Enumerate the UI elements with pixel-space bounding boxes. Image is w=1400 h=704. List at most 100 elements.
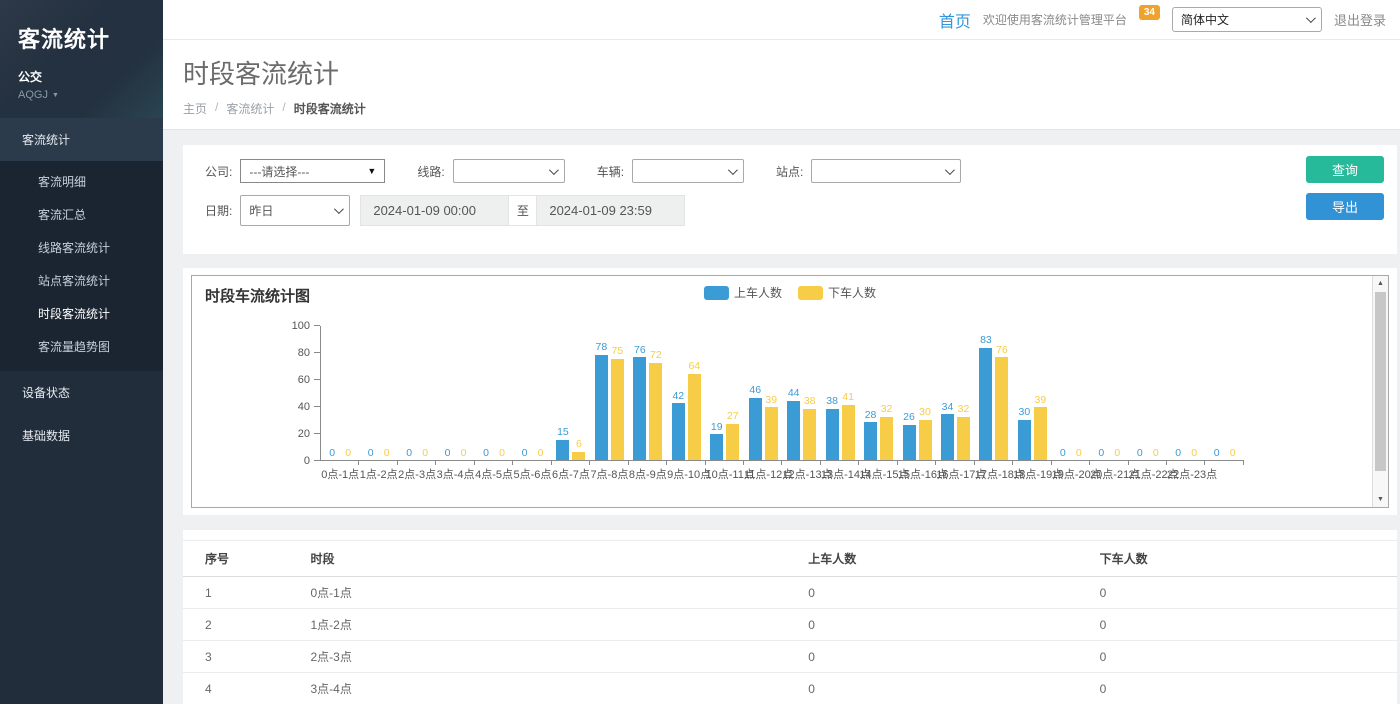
company-select[interactable]: ---请选择--- ▼	[240, 159, 385, 183]
date-from-input[interactable]: 2024-01-09 00:00	[360, 195, 509, 226]
bar-column: 0	[1056, 326, 1069, 460]
bar-value-label: 0	[329, 448, 335, 459]
bar-value-label: 39	[1035, 395, 1047, 406]
bar[interactable]	[688, 374, 701, 460]
bar-value-label: 39	[765, 395, 777, 406]
query-button[interactable]: 查询	[1306, 156, 1384, 183]
bar[interactable]	[826, 409, 839, 460]
language-select[interactable]: 简体中文	[1172, 7, 1322, 32]
bar-value-label: 46	[749, 385, 761, 396]
x-tick-label: 20点-21点	[1090, 466, 1128, 482]
sidebar-nav: 客流统计 客流明细客流汇总线路客流统计站点客流统计时段客流统计客流量趋势图 设备…	[0, 118, 163, 457]
sidebar-item-passenger-stats[interactable]: 客流统计	[0, 118, 163, 161]
bar[interactable]	[749, 398, 762, 460]
sidebar-item-device-status[interactable]: 设备状态	[0, 371, 163, 414]
sidebar-subitem-0[interactable]: 客流明细	[0, 165, 163, 198]
bar[interactable]	[880, 417, 893, 460]
bar[interactable]	[864, 422, 877, 460]
bar[interactable]	[672, 403, 685, 460]
sidebar-subitem-3[interactable]: 站点客流统计	[0, 264, 163, 297]
legend-label: 下车人数	[828, 284, 876, 301]
data-table: 序号 时段 上车人数 下车人数 10点-1点0021点-2点0032点-3点00…	[183, 540, 1397, 704]
bar[interactable]	[556, 440, 569, 460]
bar-column: 38	[803, 326, 816, 460]
bar[interactable]	[1018, 420, 1031, 461]
bar[interactable]	[633, 357, 646, 460]
x-tick-label: 0点-1点	[321, 466, 359, 482]
bar[interactable]	[919, 420, 932, 461]
date-to-input[interactable]: 2024-01-09 23:59	[536, 195, 685, 226]
main-column: 首页 欢迎使用客流统计管理平台 34 简体中文 退出登录 时段客流统计 主页 /…	[163, 0, 1400, 704]
x-tick-label: 9点-10点	[667, 466, 705, 482]
scrollbar-up-arrow[interactable]: ▲	[1373, 280, 1388, 287]
export-button[interactable]: 导出	[1306, 193, 1384, 220]
bar[interactable]	[903, 425, 916, 460]
bar-value-label: 78	[596, 342, 608, 353]
col-header-period: 时段	[310, 541, 808, 577]
bar-group: 001点-2点	[359, 326, 397, 460]
bar[interactable]	[595, 355, 608, 460]
scrollbar-thumb[interactable]	[1375, 292, 1386, 471]
bar-column: 78	[595, 326, 608, 460]
logout-link[interactable]: 退出登录	[1334, 10, 1386, 29]
breadcrumb-separator: /	[282, 100, 285, 117]
sidebar-subitem-5[interactable]: 客流量趋势图	[0, 330, 163, 363]
bar-column: 0	[1111, 326, 1124, 460]
bar[interactable]	[572, 452, 585, 460]
x-tick-label: 10点-11点	[706, 466, 744, 482]
line-label: 线路:	[417, 163, 444, 180]
y-tick-label: 0	[304, 455, 310, 467]
bar-value-label: 19	[711, 422, 723, 433]
bar-value-label: 38	[826, 396, 838, 407]
bar[interactable]	[995, 357, 1008, 460]
bar-value-label: 0	[1114, 448, 1120, 459]
notification-badge[interactable]: 34	[1139, 5, 1160, 20]
sidebar-subitem-4[interactable]: 时段客流统计	[0, 297, 163, 330]
table-row: 43点-4点00	[183, 673, 1397, 704]
table-cell: 0	[1100, 673, 1397, 704]
line-select[interactable]	[453, 159, 565, 183]
bar-value-label: 6	[576, 439, 582, 450]
bar-column: 39	[765, 326, 778, 460]
date-preset-select[interactable]: 昨日	[240, 195, 350, 226]
bar[interactable]	[710, 434, 723, 460]
sidebar-subitem-2[interactable]: 线路客流统计	[0, 231, 163, 264]
bar[interactable]	[941, 414, 954, 460]
legend-item[interactable]: 上车人数	[704, 284, 782, 301]
bar[interactable]	[979, 348, 992, 460]
org-code-dropdown[interactable]: AQGJ ▼	[18, 89, 163, 101]
x-tick-label: 18点-19点	[1013, 466, 1051, 482]
caret-down-icon: ▼	[52, 92, 59, 99]
bar[interactable]	[787, 401, 800, 460]
table-header-row: 序号 时段 上车人数 下车人数	[183, 541, 1397, 577]
bar[interactable]	[803, 409, 816, 460]
bar-value-label: 76	[996, 345, 1008, 356]
bar[interactable]	[842, 405, 855, 460]
bar[interactable]	[1034, 407, 1047, 460]
bar[interactable]	[649, 363, 662, 460]
bar[interactable]	[765, 407, 778, 460]
table-row: 10点-1点00	[183, 577, 1397, 609]
bar-group: 283214点-15点	[859, 326, 897, 460]
bar[interactable]	[957, 417, 970, 460]
chart-plot: 000点-1点001点-2点002点-3点003点-4点004点-5点005点-…	[320, 326, 1244, 461]
bar-column: 0	[1149, 326, 1162, 460]
station-select[interactable]	[811, 159, 961, 183]
col-header-alighting: 下车人数	[1100, 541, 1397, 577]
sidebar-item-base-data[interactable]: 基础数据	[0, 414, 163, 457]
bar-column: 0	[1210, 326, 1223, 460]
x-tick-label: 11点-12点	[744, 466, 782, 482]
bar-value-label: 38	[804, 396, 816, 407]
home-link[interactable]: 首页	[939, 8, 971, 32]
chart-scrollbar[interactable]: ▲ ▼	[1372, 276, 1388, 507]
bar-value-label: 0	[1214, 448, 1220, 459]
breadcrumb-passenger-stats[interactable]: 客流统计	[226, 100, 274, 117]
vehicle-select[interactable]	[632, 159, 744, 183]
bar[interactable]	[611, 359, 624, 460]
sidebar-submenu: 客流明细客流汇总线路客流统计站点客流统计时段客流统计客流量趋势图	[0, 161, 163, 371]
bar[interactable]	[726, 424, 739, 460]
scrollbar-down-arrow[interactable]: ▼	[1373, 496, 1388, 503]
sidebar-subitem-1[interactable]: 客流汇总	[0, 198, 163, 231]
legend-item[interactable]: 下车人数	[798, 284, 876, 301]
breadcrumb-home[interactable]: 主页	[183, 100, 207, 117]
